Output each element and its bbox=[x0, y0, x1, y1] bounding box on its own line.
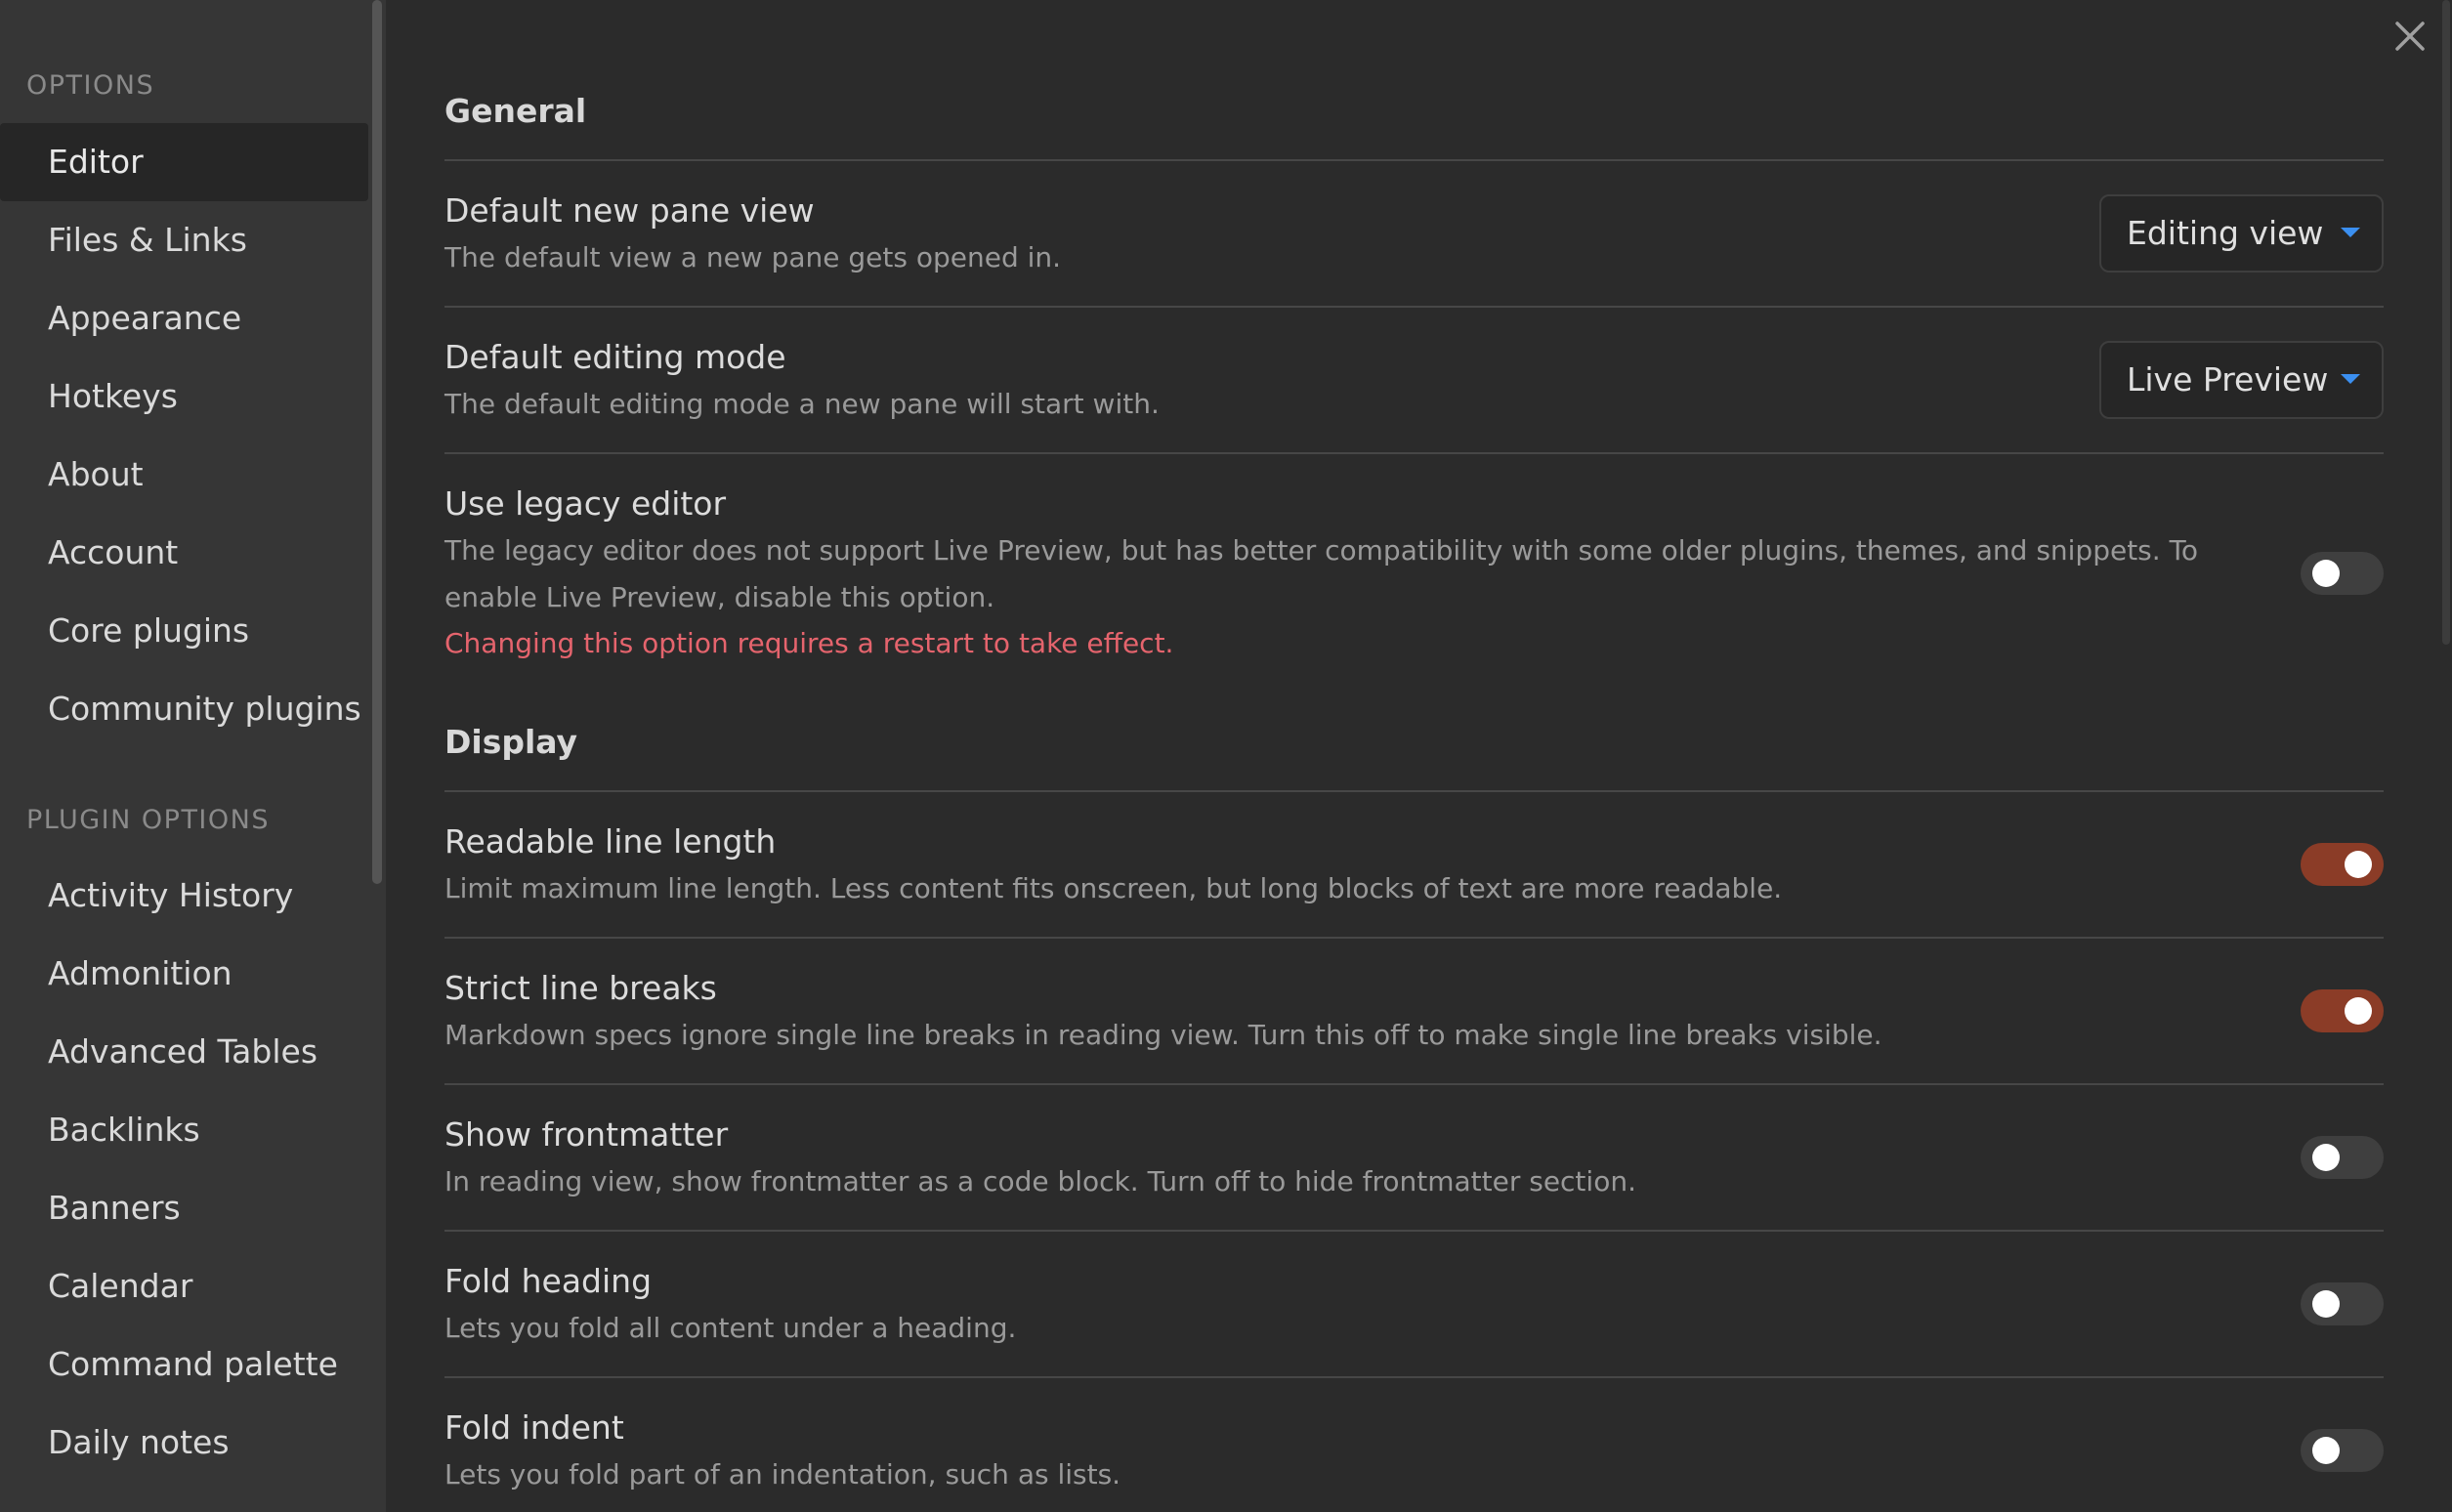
divider bbox=[444, 306, 2384, 308]
restart-warning: Changing this option requires a restart … bbox=[444, 627, 1174, 659]
toggle-knob bbox=[2312, 1144, 2340, 1171]
setting-desc-strict-line-breaks: Markdown specs ignore single line breaks… bbox=[444, 1019, 1882, 1051]
chevron-down-icon bbox=[2341, 228, 2360, 237]
section-title-general: General bbox=[444, 92, 587, 130]
divider bbox=[444, 1230, 2384, 1232]
setting-name-strict-line-breaks: Strict line breaks bbox=[444, 969, 717, 1007]
setting-desc-fold-indent: Lets you fold part of an indentation, su… bbox=[444, 1458, 1121, 1491]
divider bbox=[444, 1376, 2384, 1378]
setting-desc-fold-heading: Lets you fold all content under a headin… bbox=[444, 1312, 1017, 1344]
toggle-knob bbox=[2312, 560, 2340, 587]
sidebar-item-backlinks[interactable]: Backlinks bbox=[0, 1091, 368, 1169]
sidebar-item-account[interactable]: Account bbox=[0, 514, 368, 592]
setting-name-legacy-editor: Use legacy editor bbox=[444, 484, 727, 523]
setting-desc-legacy-editor: The legacy editor does not support Live … bbox=[444, 534, 2199, 613]
default-pane-view-dropdown[interactable]: Editing view bbox=[2099, 194, 2384, 273]
setting-desc-default-pane-view: The default view a new pane gets opened … bbox=[444, 241, 1062, 273]
readable-line-length-toggle[interactable] bbox=[2301, 843, 2384, 886]
toggle-knob bbox=[2312, 1437, 2340, 1464]
setting-desc-show-frontmatter: In reading view, show frontmatter as a c… bbox=[444, 1165, 1636, 1197]
setting-name-show-frontmatter: Show frontmatter bbox=[444, 1115, 729, 1154]
divider bbox=[444, 790, 2384, 792]
setting-name-readable-line-length: Readable line length bbox=[444, 822, 777, 861]
toggle-knob bbox=[2312, 1290, 2340, 1318]
fold-heading-toggle[interactable] bbox=[2301, 1282, 2384, 1325]
sidebar-item-banners[interactable]: Banners bbox=[0, 1169, 368, 1247]
sidebar-item-advanced-tables[interactable]: Advanced Tables bbox=[0, 1013, 368, 1091]
sidebar-item-admonition[interactable]: Admonition bbox=[0, 935, 368, 1013]
sidebar-item-community-plugins[interactable]: Community plugins bbox=[0, 670, 368, 748]
sidebar-item-about[interactable]: About bbox=[0, 436, 368, 514]
sidebar-item-daily-notes[interactable]: Daily notes bbox=[0, 1404, 368, 1482]
divider bbox=[444, 1083, 2384, 1085]
sidebar-item-files-links[interactable]: Files & Links bbox=[0, 201, 368, 279]
close-icon[interactable] bbox=[2393, 20, 2427, 53]
divider bbox=[444, 159, 2384, 161]
setting-name-default-pane-view: Default new pane view bbox=[444, 191, 815, 230]
show-frontmatter-toggle[interactable] bbox=[2301, 1136, 2384, 1179]
toggle-knob bbox=[2345, 997, 2372, 1025]
sidebar-item-calendar[interactable]: Calendar bbox=[0, 1247, 368, 1325]
options-heading: OPTIONS bbox=[26, 70, 155, 101]
sidebar-item-command-palette[interactable]: Command palette bbox=[0, 1325, 368, 1404]
default-editing-mode-dropdown[interactable]: Live Preview bbox=[2099, 341, 2384, 419]
chevron-down-icon bbox=[2341, 374, 2360, 384]
settings-sidebar: OPTIONS Editor Files & Links Appearance … bbox=[0, 0, 386, 1512]
setting-name-fold-heading: Fold heading bbox=[444, 1262, 653, 1300]
divider bbox=[444, 452, 2384, 454]
setting-desc-readable-line-length: Limit maximum line length. Less content … bbox=[444, 872, 1783, 904]
sidebar-scrollbar[interactable] bbox=[372, 0, 382, 884]
main-scrollbar[interactable] bbox=[2442, 0, 2450, 645]
setting-name-default-editing-mode: Default editing mode bbox=[444, 338, 786, 376]
divider bbox=[444, 937, 2384, 939]
setting-name-fold-indent: Fold indent bbox=[444, 1408, 624, 1447]
sidebar-item-editor[interactable]: Editor bbox=[0, 123, 368, 201]
setting-desc-default-editing-mode: The default editing mode a new pane will… bbox=[444, 388, 1160, 420]
dropdown-value: Live Preview bbox=[2127, 360, 2329, 399]
legacy-editor-toggle[interactable] bbox=[2301, 552, 2384, 595]
fold-indent-toggle[interactable] bbox=[2301, 1429, 2384, 1472]
sidebar-item-core-plugins[interactable]: Core plugins bbox=[0, 592, 368, 670]
sidebar-item-activity-history[interactable]: Activity History bbox=[0, 857, 368, 935]
plugin-options-heading: PLUGIN OPTIONS bbox=[26, 805, 270, 835]
sidebar-item-appearance[interactable]: Appearance bbox=[0, 279, 368, 357]
strict-line-breaks-toggle[interactable] bbox=[2301, 989, 2384, 1032]
toggle-knob bbox=[2345, 851, 2372, 878]
dropdown-value: Editing view bbox=[2127, 214, 2324, 252]
section-title-display: Display bbox=[444, 723, 578, 761]
sidebar-item-hotkeys[interactable]: Hotkeys bbox=[0, 357, 368, 436]
